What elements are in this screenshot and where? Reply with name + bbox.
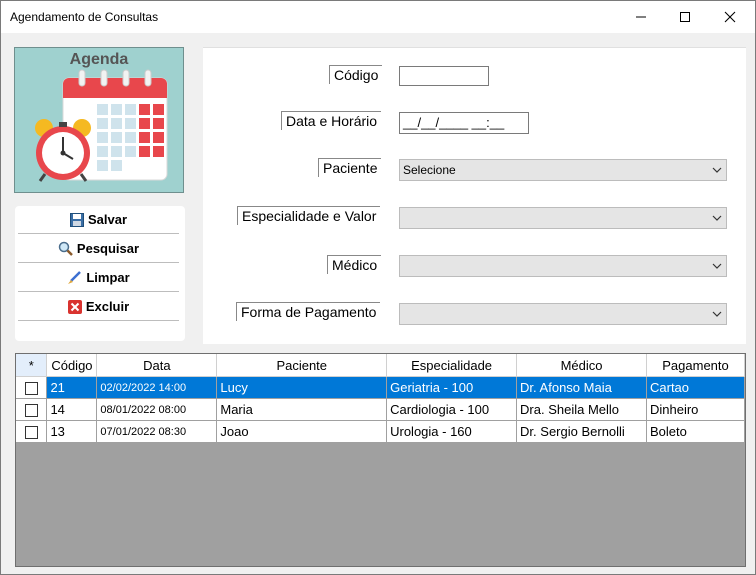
row-checkbox-cell[interactable] <box>16 420 48 443</box>
column-header-paciente[interactable]: Paciente <box>216 354 388 377</box>
data-label: Data e Horário <box>281 111 382 130</box>
cell-data: 07/01/2022 08:30 <box>96 420 218 443</box>
window-title: Agendamento de Consultas <box>10 10 159 24</box>
minimize-button[interactable] <box>618 1 664 33</box>
calendar-clock-icon <box>35 69 168 182</box>
cell-pagamento: Boleto <box>646 420 745 443</box>
save-button[interactable]: Salvar <box>18 206 179 234</box>
delete-button[interactable]: Excluir <box>18 293 179 321</box>
table-row[interactable]: 13 07/01/2022 08:30 Joao Urologia - 160 … <box>16 420 745 443</box>
cell-codigo: 21 <box>46 376 98 399</box>
cell-paciente: Maria <box>216 398 388 421</box>
cell-codigo: 13 <box>46 420 98 443</box>
cell-pagamento: Cartao <box>646 376 745 399</box>
pagamento-select[interactable] <box>399 303 727 325</box>
medico-label: Médico <box>327 255 382 274</box>
header-row: * Código Data Paciente Especialidade Méd… <box>16 354 745 377</box>
cell-especialidade: Geriatria - 100 <box>386 376 518 399</box>
cell-codigo: 14 <box>46 398 98 421</box>
chevron-down-icon <box>712 208 722 228</box>
cell-data: 08/01/2022 08:00 <box>96 398 218 421</box>
brush-icon <box>67 270 82 285</box>
close-button[interactable] <box>707 1 753 33</box>
especialidade-select[interactable] <box>399 207 727 229</box>
search-label: Pesquisar <box>76 241 140 256</box>
cell-medico: Dra. Sheila Mello <box>516 398 647 421</box>
cell-especialidade: Cardiologia - 100 <box>386 398 518 421</box>
row-checkbox-cell[interactable] <box>16 376 48 399</box>
delete-icon <box>67 299 82 314</box>
column-header-data[interactable]: Data <box>96 354 218 377</box>
action-panel: Salvar Pesquisar Limpar Excluir <box>15 206 185 341</box>
form-panel: Código Data e Horário __/__/____ __:__ P… <box>203 47 746 344</box>
delete-label: Excluir <box>85 299 130 314</box>
table-row[interactable]: 14 08/01/2022 08:00 Maria Cardiologia - … <box>16 398 745 421</box>
save-label: Salvar <box>87 212 128 227</box>
column-header-especialidade[interactable]: Especialidade <box>386 354 518 377</box>
column-header-select[interactable]: * <box>16 354 48 377</box>
row-checkbox[interactable] <box>24 404 38 418</box>
paciente-value: Selecione <box>403 163 456 177</box>
cell-medico: Dr. Afonso Maia <box>516 376 647 399</box>
cell-data: 02/02/2022 14:00 <box>96 376 218 399</box>
maximize-button[interactable] <box>662 1 708 33</box>
chevron-down-icon <box>712 256 722 276</box>
clear-label: Limpar <box>86 270 130 285</box>
cell-pagamento: Dinheiro <box>646 398 745 421</box>
search-icon <box>58 241 73 256</box>
codigo-input[interactable] <box>399 66 489 86</box>
maximize-icon <box>680 12 690 22</box>
codigo-label: Código <box>329 65 383 84</box>
table-row[interactable]: 21 02/02/2022 14:00 Lucy Geriatria - 100… <box>16 376 745 399</box>
app-window: Agendamento de Consultas Agenda Salvar P… <box>0 0 756 575</box>
column-header-medico[interactable]: Médico <box>516 354 647 377</box>
row-checkbox[interactable] <box>24 382 38 396</box>
cell-especialidade: Urologia - 160 <box>386 420 518 443</box>
chevron-down-icon <box>712 304 722 324</box>
appointments-grid[interactable]: * Código Data Paciente Especialidade Méd… <box>15 353 746 567</box>
save-icon <box>69 212 84 227</box>
clear-button[interactable]: Limpar <box>18 264 179 292</box>
main-content: Agenda Salvar Pesquisar Limpar Excluir C… <box>1 33 755 574</box>
cell-paciente: Lucy <box>216 376 388 399</box>
appointments-table: * Código Data Paciente Especialidade Méd… <box>16 354 745 443</box>
especialidade-label: Especialidade e Valor <box>237 206 381 225</box>
paciente-label: Paciente <box>318 158 382 177</box>
data-horario-input[interactable]: __/__/____ __:__ <box>399 112 529 134</box>
pagamento-label: Forma de Pagamento <box>236 302 381 321</box>
medico-select[interactable] <box>399 255 727 277</box>
column-header-pagamento[interactable]: Pagamento <box>646 354 745 377</box>
agenda-logo: Agenda <box>14 47 184 193</box>
cell-paciente: Joao <box>216 420 388 443</box>
paciente-select[interactable]: Selecione <box>399 159 727 181</box>
row-checkbox[interactable] <box>24 426 38 440</box>
search-button[interactable]: Pesquisar <box>18 235 179 263</box>
column-header-codigo[interactable]: Código <box>46 354 98 377</box>
title-bar: Agendamento de Consultas <box>1 1 755 33</box>
cell-medico: Dr. Sergio Bernolli <box>516 420 647 443</box>
minimize-icon <box>636 16 646 18</box>
chevron-down-icon <box>712 160 722 180</box>
close-icon <box>724 11 736 23</box>
row-checkbox-cell[interactable] <box>16 398 48 421</box>
